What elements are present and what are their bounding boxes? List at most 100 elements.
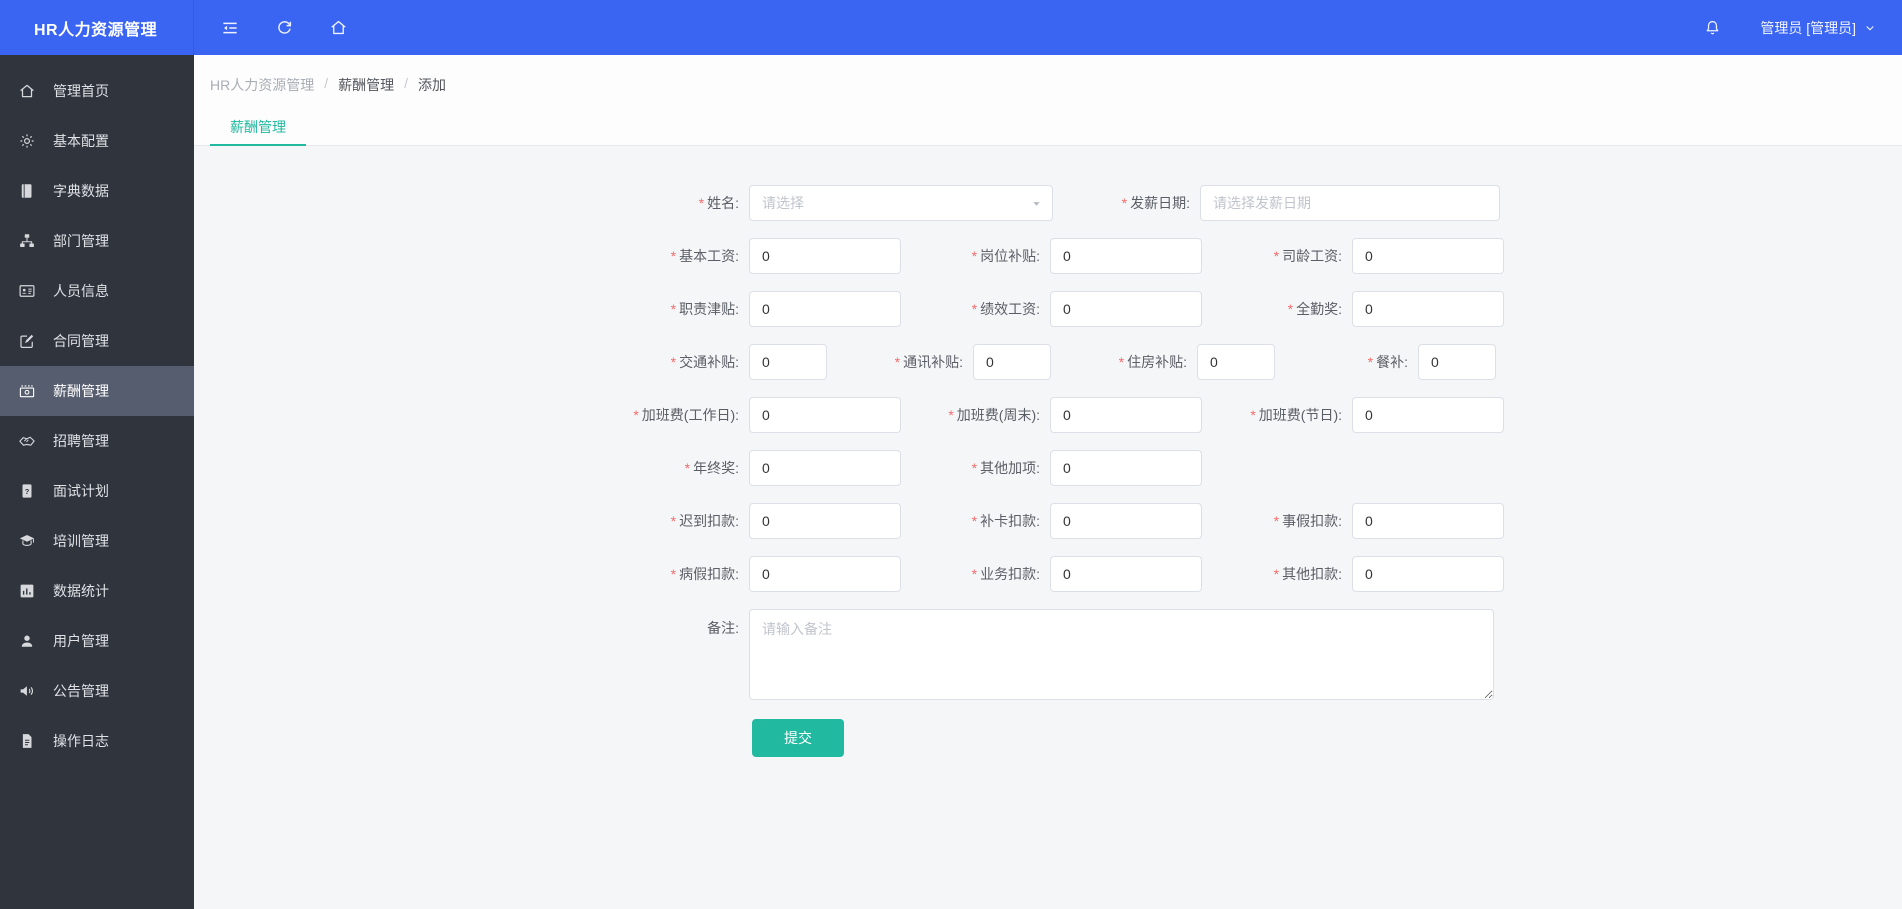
sidebar-item-label: 薪酬管理	[53, 383, 109, 399]
top-header: HR人力资源管理 管理员 [管理员]	[0, 0, 1902, 55]
page-header-strip: HR人力资源管理 / 薪酬管理 / 添加 薪酬管理	[194, 55, 1902, 146]
field-overtime-workday: * 加班费(工作日):	[569, 397, 901, 433]
breadcrumb-item-salary[interactable]: 薪酬管理	[338, 75, 394, 95]
sidebar-item-label: 面试计划	[53, 483, 109, 499]
field-label: 加班费(节日):	[1258, 407, 1342, 423]
home-icon[interactable]	[316, 0, 360, 55]
field-post-allowance: * 岗位补贴:	[870, 238, 1202, 274]
field-performance-salary: * 绩效工资:	[870, 291, 1202, 327]
sidebar-item-label: 部门管理	[53, 233, 109, 249]
sidebar-item-label: 用户管理	[53, 633, 109, 649]
overtime-holiday-input[interactable]	[1352, 397, 1504, 433]
pay-date-input[interactable]	[1200, 185, 1500, 221]
tab-salary-management[interactable]: 薪酬管理	[210, 110, 306, 146]
svg-text:?: ?	[25, 487, 30, 496]
main-content: HR人力资源管理 / 薪酬管理 / 添加 薪酬管理 * 姓名: 请选择 * 发薪日期…	[194, 55, 1902, 909]
seniority-salary-input[interactable]	[1352, 238, 1504, 274]
home-icon	[17, 81, 37, 101]
required-marker: *	[1273, 566, 1280, 582]
field-label: 其他扣款:	[1282, 566, 1342, 582]
sidebar-item-dashboard[interactable]: 管理首页	[0, 66, 194, 116]
attendance-bonus-input[interactable]	[1352, 291, 1504, 327]
sidebar-item-statistics[interactable]: 数据统计	[0, 566, 194, 616]
graduation-icon	[17, 531, 37, 551]
breadcrumb-item-root[interactable]: HR人力资源管理	[210, 75, 314, 95]
field-other-deduction: * 其他扣款:	[1172, 556, 1504, 592]
interview-icon: ?	[17, 481, 37, 501]
refresh-icon[interactable]	[262, 0, 306, 55]
field-label: 病假扣款:	[679, 566, 739, 582]
required-marker: *	[948, 407, 954, 423]
sidebar-item-interview-plan[interactable]: ? 面试计划	[0, 466, 194, 516]
field-label: 业务扣款:	[980, 566, 1040, 582]
sidebar-item-label: 字典数据	[53, 183, 109, 199]
sidebar-item-dictionary[interactable]: 字典数据	[0, 166, 194, 216]
sidebar-item-announcements[interactable]: 公告管理	[0, 666, 194, 716]
gear-icon	[17, 131, 37, 151]
chart-icon	[17, 581, 37, 601]
personal-leave-deduction-input[interactable]	[1352, 503, 1504, 539]
money-icon	[17, 381, 37, 401]
field-overtime-holiday: * 加班费(节日):	[1172, 397, 1504, 433]
field-label: 年终奖:	[693, 460, 739, 476]
field-communication-allowance: * 通讯补贴:	[793, 344, 1051, 380]
required-marker: *	[1367, 354, 1374, 370]
breadcrumb: HR人力资源管理 / 薪酬管理 / 添加	[210, 75, 446, 95]
select-placeholder: 请选择	[762, 195, 804, 211]
field-seniority-salary: * 司龄工资:	[1172, 238, 1504, 274]
sidebar-item-contracts[interactable]: 合同管理	[0, 316, 194, 366]
user-label: 管理员 [管理员]	[1760, 19, 1856, 36]
sidebar-item-label: 管理首页	[53, 83, 109, 99]
required-marker: *	[670, 248, 677, 264]
field-housing-allowance: * 住房补贴:	[1017, 344, 1275, 380]
sidebar-item-departments[interactable]: 部门管理	[0, 216, 194, 266]
required-marker: *	[894, 354, 901, 370]
field-label: 事假扣款:	[1282, 513, 1342, 529]
required-marker: *	[971, 513, 978, 529]
remark-textarea[interactable]	[749, 609, 1494, 700]
sidebar-item-label: 人员信息	[53, 283, 109, 299]
field-label: 基本工资:	[679, 248, 739, 264]
other-additions-input[interactable]	[1050, 450, 1202, 486]
field-base-salary: * 基本工资:	[569, 238, 901, 274]
field-label: 通讯补贴:	[903, 354, 963, 370]
other-deduction-input[interactable]	[1352, 556, 1504, 592]
field-label: 职责津贴:	[679, 301, 739, 317]
bell-icon[interactable]	[1690, 0, 1734, 55]
sidebar-item-users[interactable]: 用户管理	[0, 616, 194, 666]
sidebar-item-personnel[interactable]: 人员信息	[0, 266, 194, 316]
megaphone-icon	[17, 681, 37, 701]
breadcrumb-separator: /	[404, 75, 409, 91]
field-sick-leave-deduction: * 病假扣款:	[569, 556, 901, 592]
contract-icon	[17, 331, 37, 351]
field-late-deduction: * 迟到扣款:	[569, 503, 901, 539]
id-card-icon	[17, 281, 37, 301]
field-other-additions: * 其他加项:	[870, 450, 1202, 486]
sidebar-item-recruitment[interactable]: 招聘管理	[0, 416, 194, 466]
handshake-icon	[17, 431, 37, 451]
name-select[interactable]: 请选择	[749, 185, 1053, 221]
field-label: 加班费(周末):	[956, 407, 1040, 423]
user-menu[interactable]: 管理员 [管理员]	[1760, 18, 1902, 38]
sidebar-item-basic-config[interactable]: 基本配置	[0, 116, 194, 166]
sidebar-item-salary[interactable]: 薪酬管理	[0, 366, 194, 416]
sitemap-icon	[17, 231, 37, 251]
app-root: HR人力资源管理 管理员 [管理员] 管理首页 基本配置 字典数据 部门管理 人…	[0, 0, 1902, 909]
sidebar-item-training[interactable]: 培训管理	[0, 516, 194, 566]
field-label: 司龄工资:	[1282, 248, 1342, 264]
field-label: 备注:	[707, 620, 739, 636]
collapse-icon[interactable]	[208, 0, 252, 55]
required-marker: *	[1287, 301, 1294, 317]
required-marker: *	[684, 460, 691, 476]
meal-allowance-input[interactable]	[1418, 344, 1496, 380]
sidebar-item-operation-log[interactable]: 操作日志	[0, 716, 194, 766]
field-label: 姓名:	[707, 195, 739, 211]
field-personal-leave-deduction: * 事假扣款:	[1172, 503, 1504, 539]
field-label: 加班费(工作日):	[641, 407, 739, 423]
field-label: 餐补:	[1376, 354, 1408, 370]
required-marker: *	[1121, 195, 1128, 211]
submit-button[interactable]: 提交	[752, 719, 844, 757]
field-label: 岗位补贴:	[980, 248, 1040, 264]
field-label: 交通补贴:	[679, 354, 739, 370]
field-label: 迟到扣款:	[679, 513, 739, 529]
